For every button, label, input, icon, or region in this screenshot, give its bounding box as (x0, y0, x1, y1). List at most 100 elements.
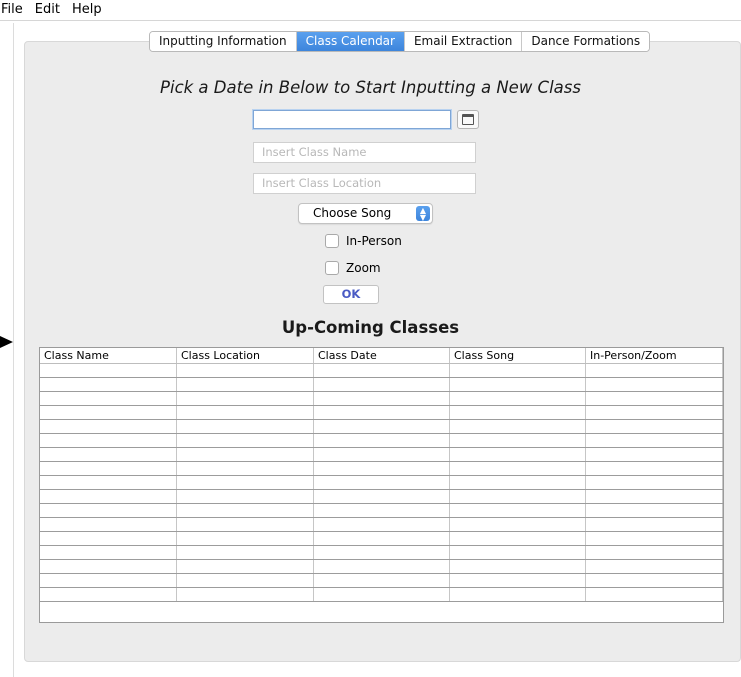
table-cell[interactable] (177, 490, 314, 503)
table-row[interactable] (40, 462, 723, 476)
table-row[interactable] (40, 532, 723, 546)
table-cell[interactable] (314, 546, 450, 559)
checkbox-box[interactable] (325, 234, 339, 248)
table-row[interactable] (40, 476, 723, 490)
table-cell[interactable] (586, 560, 723, 573)
table-cell[interactable] (586, 378, 723, 391)
table-cell[interactable] (40, 490, 177, 503)
date-field[interactable] (253, 110, 451, 129)
table-cell[interactable] (177, 546, 314, 559)
menu-edit[interactable]: Edit (29, 0, 66, 20)
table-cell[interactable] (40, 532, 177, 545)
table-cell[interactable] (450, 378, 586, 391)
table-row[interactable] (40, 504, 723, 518)
table-cell[interactable] (40, 504, 177, 517)
table-cell[interactable] (40, 364, 177, 377)
table-cell[interactable] (314, 490, 450, 503)
table-cell[interactable] (177, 588, 314, 601)
table-cell[interactable] (177, 434, 314, 447)
column-header-class-location[interactable]: Class Location (177, 348, 314, 363)
table-cell[interactable] (40, 434, 177, 447)
table-row[interactable] (40, 560, 723, 574)
table-cell[interactable] (177, 532, 314, 545)
table-cell[interactable] (586, 490, 723, 503)
table-row[interactable] (40, 518, 723, 532)
in-person-checkbox[interactable]: In-Person (325, 234, 402, 248)
table-row[interactable] (40, 546, 723, 560)
table-cell[interactable] (40, 546, 177, 559)
table-cell[interactable] (314, 532, 450, 545)
table-row[interactable] (40, 588, 723, 602)
table-cell[interactable] (586, 462, 723, 475)
table-cell[interactable] (450, 546, 586, 559)
checkbox-box[interactable] (325, 261, 339, 275)
table-row[interactable] (40, 378, 723, 392)
table-row[interactable] (40, 490, 723, 504)
table-cell[interactable] (40, 406, 177, 419)
table-cell[interactable] (450, 462, 586, 475)
table-cell[interactable] (177, 462, 314, 475)
table-cell[interactable] (40, 574, 177, 587)
table-cell[interactable] (450, 434, 586, 447)
table-cell[interactable] (314, 504, 450, 517)
table-cell[interactable] (40, 462, 177, 475)
column-header-class-song[interactable]: Class Song (450, 348, 586, 363)
table-cell[interactable] (314, 392, 450, 405)
table-cell[interactable] (177, 406, 314, 419)
table-cell[interactable] (177, 364, 314, 377)
calendar-button[interactable] (457, 110, 479, 129)
column-header-class-name[interactable]: Class Name (40, 348, 177, 363)
table-row[interactable] (40, 420, 723, 434)
table-cell[interactable] (177, 518, 314, 531)
song-select[interactable]: Choose Song ▲ ▼ (298, 203, 433, 224)
table-cell[interactable] (314, 476, 450, 489)
table-cell[interactable] (586, 532, 723, 545)
table-cell[interactable] (450, 560, 586, 573)
table-cell[interactable] (450, 392, 586, 405)
table-cell[interactable] (586, 546, 723, 559)
table-cell[interactable] (450, 490, 586, 503)
menu-help[interactable]: Help (66, 0, 108, 20)
table-cell[interactable] (40, 518, 177, 531)
column-header-in-person-zoom[interactable]: In-Person/Zoom (586, 348, 723, 363)
zoom-checkbox[interactable]: Zoom (325, 261, 381, 275)
table-cell[interactable] (40, 448, 177, 461)
table-row[interactable] (40, 406, 723, 420)
table-cell[interactable] (586, 392, 723, 405)
table-cell[interactable] (314, 364, 450, 377)
upcoming-classes-table[interactable]: Class Name Class Location Class Date Cla… (39, 347, 724, 623)
table-cell[interactable] (586, 504, 723, 517)
table-cell[interactable] (450, 574, 586, 587)
column-header-class-date[interactable]: Class Date (314, 348, 450, 363)
table-cell[interactable] (40, 392, 177, 405)
table-cell[interactable] (450, 406, 586, 419)
tab-dance-formations[interactable]: Dance Formations (522, 32, 650, 51)
table-cell[interactable] (450, 364, 586, 377)
ok-button[interactable]: OK (323, 285, 379, 304)
table-cell[interactable] (314, 406, 450, 419)
table-cell[interactable] (586, 420, 723, 433)
tab-class-calendar[interactable]: Class Calendar (296, 32, 405, 51)
table-cell[interactable] (586, 406, 723, 419)
table-cell[interactable] (177, 560, 314, 573)
table-cell[interactable] (177, 476, 314, 489)
table-cell[interactable] (450, 532, 586, 545)
table-row[interactable] (40, 392, 723, 406)
table-cell[interactable] (177, 420, 314, 433)
table-cell[interactable] (314, 574, 450, 587)
table-cell[interactable] (586, 574, 723, 587)
table-cell[interactable] (314, 560, 450, 573)
table-cell[interactable] (450, 448, 586, 461)
tab-email-extraction[interactable]: Email Extraction (404, 32, 523, 51)
table-cell[interactable] (450, 420, 586, 433)
table-row[interactable] (40, 434, 723, 448)
table-cell[interactable] (586, 476, 723, 489)
table-cell[interactable] (314, 420, 450, 433)
table-cell[interactable] (314, 462, 450, 475)
table-cell[interactable] (40, 476, 177, 489)
table-cell[interactable] (40, 420, 177, 433)
table-cell[interactable] (450, 476, 586, 489)
table-cell[interactable] (450, 588, 586, 601)
table-cell[interactable] (586, 448, 723, 461)
table-cell[interactable] (586, 518, 723, 531)
